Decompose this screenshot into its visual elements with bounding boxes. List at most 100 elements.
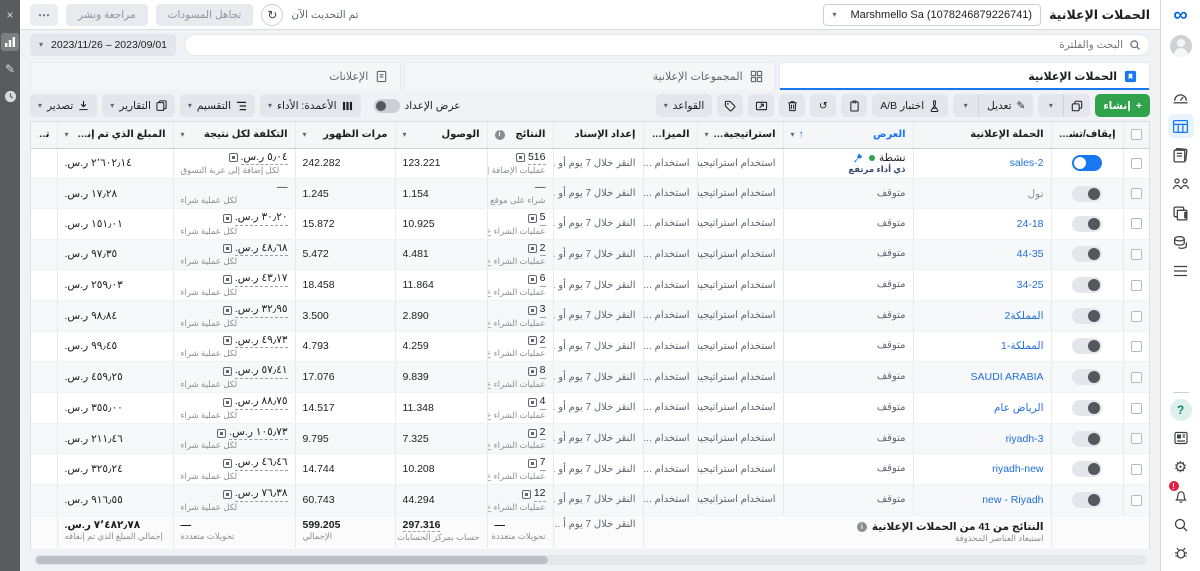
tab-ads[interactable]: الإعلانات (30, 62, 401, 90)
updates-icon[interactable] (1168, 426, 1194, 450)
pin-preview-button[interactable] (748, 94, 774, 117)
date-range-button[interactable]: ▾ 2023/11/26 – 2023/09/01 (30, 34, 176, 56)
campaign-toggle[interactable] (1072, 308, 1102, 324)
export-button[interactable]: تصدير ▾ (30, 94, 97, 117)
header-reach[interactable]: الوصول▾ (395, 122, 487, 148)
campaign-name[interactable]: المملكة2 (1004, 310, 1043, 322)
campaign-toggle[interactable] (1072, 400, 1102, 416)
delete-button[interactable] (779, 94, 805, 117)
row-checkbox[interactable] (1131, 495, 1142, 506)
select-all-checkbox[interactable] (1131, 129, 1142, 140)
campaign-toggle[interactable] (1072, 216, 1102, 232)
search-rail-icon[interactable] (1168, 513, 1194, 537)
campaign-toggle[interactable] (1072, 186, 1102, 202)
clock-icon[interactable] (1, 87, 19, 105)
billing-icon[interactable] (1168, 230, 1194, 254)
refresh-button[interactable]: ↻ (261, 4, 283, 26)
campaign-name[interactable]: riyadh-new (992, 463, 1043, 475)
header-attribution[interactable]: إعداد الإسناد (553, 122, 643, 148)
discard-drafts-button[interactable]: تجاهل المسودات (156, 4, 254, 26)
campaign-name[interactable]: 44-35 (1017, 248, 1044, 260)
row-checkbox[interactable] (1131, 311, 1142, 322)
close-icon[interactable]: × (1, 6, 19, 24)
tag-button[interactable] (717, 94, 743, 117)
campaign-toggle[interactable] (1072, 492, 1102, 508)
clipboard-button[interactable] (841, 94, 867, 117)
scrollbar-thumb[interactable] (36, 556, 548, 564)
tab-ad-sets[interactable]: المجموعات الإعلانية (404, 62, 775, 90)
campaign-name[interactable]: نول (1028, 188, 1044, 200)
edit-menu-button[interactable]: ▾ (953, 94, 979, 117)
header-bid-strategy[interactable]: استراتيجية عرض الأسعار▾ (697, 122, 783, 148)
edit-button[interactable]: ✎ تعديل (979, 94, 1033, 117)
row-checkbox[interactable] (1131, 158, 1142, 169)
ab-test-button[interactable]: اختبار A/B (872, 94, 948, 117)
search-box[interactable] (184, 34, 1150, 56)
setup-view-toggle[interactable]: عرض الإعداد (366, 94, 469, 117)
header-impressions[interactable]: مرات الظهور▾ (295, 122, 395, 148)
row-checkbox[interactable] (1131, 280, 1142, 291)
breakdown-button[interactable]: التقسيم ▾ (180, 94, 255, 117)
settings-gear-icon[interactable]: ⚙ (1168, 455, 1194, 479)
campaign-name[interactable]: الرياض عام (994, 402, 1044, 414)
table-row: SAUDI ARABIA متوقف استخدام استراتيجية ع.… (31, 362, 1149, 393)
campaign-toggle[interactable] (1072, 246, 1102, 262)
pencil-icon[interactable]: ✎ (1, 60, 19, 78)
avatar[interactable] (1170, 35, 1192, 57)
setup-view-switch[interactable] (374, 99, 400, 113)
header-results[interactable]: النتائجi (487, 122, 553, 148)
row-checkbox[interactable] (1131, 341, 1142, 352)
campaign-name[interactable]: 24-18 (1017, 218, 1044, 230)
account-selector[interactable]: Marshmello Sa (1078246879226741) ▾ (823, 4, 1041, 26)
row-checkbox[interactable] (1131, 372, 1142, 383)
header-delivery[interactable]: العرض↑▾ (783, 122, 913, 148)
row-checkbox[interactable] (1131, 188, 1142, 199)
bug-report-icon[interactable] (1168, 542, 1194, 566)
row-checkbox[interactable] (1131, 249, 1142, 260)
campaign-name[interactable]: SAUDI ARABIA (971, 371, 1044, 383)
campaign-name[interactable]: riyadh-3 (1006, 433, 1044, 445)
help-icon[interactable]: ? (1170, 399, 1192, 421)
create-button[interactable]: + إنشاء (1095, 94, 1150, 117)
row-checkbox[interactable] (1131, 218, 1142, 229)
account-overview-icon[interactable] (1168, 85, 1194, 109)
search-input[interactable] (193, 39, 1123, 51)
header-select-all[interactable] (1123, 122, 1149, 148)
header-amount-spent[interactable]: المبلغ الذي تم إنفاقه▾ (57, 122, 173, 148)
header-toggle[interactable]: إيقاف/تشغيل (1051, 122, 1123, 148)
header-date[interactable]: تار (31, 122, 57, 148)
campaign-toggle[interactable] (1072, 461, 1102, 477)
review-publish-button[interactable]: مراجعة ونشر (66, 4, 148, 26)
row-checkbox[interactable] (1131, 464, 1142, 475)
campaign-name[interactable]: المملكة-1 (1001, 340, 1044, 352)
campaign-toggle[interactable] (1072, 369, 1102, 385)
row-checkbox[interactable] (1131, 433, 1142, 444)
campaign-toggle[interactable] (1072, 155, 1102, 171)
undo-button[interactable]: ↺ (810, 94, 836, 117)
horizontal-scrollbar[interactable] (34, 555, 1146, 565)
duplicate-button[interactable] (1064, 94, 1090, 117)
header-budget[interactable]: الميزانية (643, 122, 697, 148)
campaign-toggle[interactable] (1072, 431, 1102, 447)
all-tools-menu-icon[interactable] (1168, 259, 1194, 283)
duplicate-menu-button[interactable]: ▾ (1038, 94, 1064, 117)
campaign-name[interactable]: 34-25 (1017, 279, 1044, 291)
rules-button[interactable]: القواعد ▾ (656, 94, 713, 117)
columns-button[interactable]: الأعمدة: الأداء ▾ (260, 94, 361, 117)
campaign-toggle[interactable] (1072, 338, 1102, 354)
ads-manager-icon[interactable] (1168, 114, 1194, 138)
campaign-name[interactable]: new - Riyadh (982, 494, 1043, 506)
row-checkbox[interactable] (1131, 403, 1142, 414)
creative-hub-icon[interactable] (1168, 201, 1194, 225)
bar-chart-icon[interactable] (1, 33, 19, 51)
reports-button[interactable]: التقارير ▾ (102, 94, 175, 117)
audiences-icon[interactable] (1168, 172, 1194, 196)
header-cost-per-result[interactable]: التكلفة لكل نتيجة▾ (173, 122, 295, 148)
campaign-name[interactable]: sales-2 (1010, 157, 1044, 169)
more-options-button[interactable]: ⋯ (30, 4, 58, 26)
header-campaign[interactable]: الحملة الإعلانية (913, 122, 1051, 148)
ads-reporting-icon[interactable] (1168, 143, 1194, 167)
campaign-toggle[interactable] (1072, 277, 1102, 293)
notifications-bell-icon[interactable]: ! (1168, 484, 1194, 508)
tab-campaigns[interactable]: الحملات الإعلانية (779, 62, 1150, 90)
